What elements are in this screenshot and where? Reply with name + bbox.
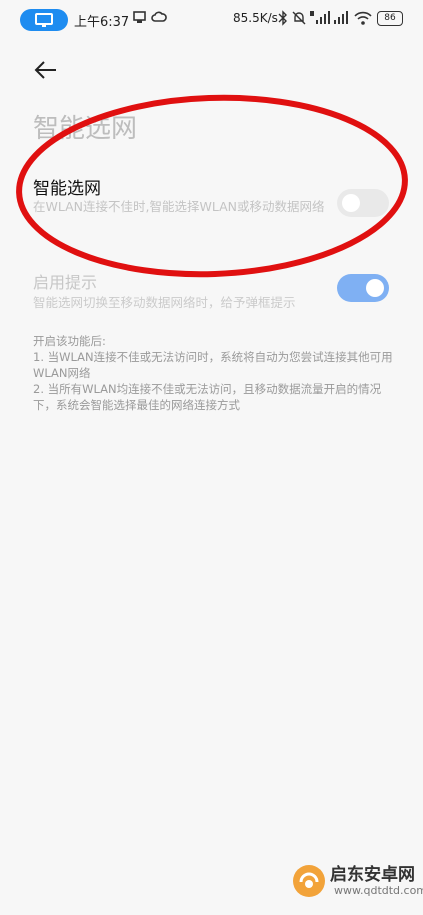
mute-bell-icon [292, 10, 306, 30]
battery-indicator: 86 [377, 11, 403, 26]
watermark: 启东安卓网 www.qdtdtd.com [290, 852, 423, 912]
status-time: 上午6:37 [74, 15, 130, 30]
toggle-knob [366, 279, 384, 297]
watermark-logo-icon [293, 865, 325, 897]
chat-icon [133, 10, 147, 28]
network-speed: 85.5K/s [233, 11, 278, 25]
info-notes: 开启该功能后: 1. 当WLAN连接不佳或无法访问时，系统将自动为您尝试连接其他… [33, 333, 393, 413]
enable-prompt-title: 启用提示 [33, 273, 98, 292]
smart-network-description: 在WLAN连接不佳时,智能选择WLAN或移动数据网络 [33, 199, 325, 214]
status-bar: 上午6:37 85.5K/s 86 [0, 0, 423, 38]
arrow-left-icon [34, 61, 56, 79]
back-button[interactable] [30, 55, 64, 85]
signal-hd-icon [310, 10, 330, 30]
notes-heading: 开启该功能后: [33, 334, 106, 348]
wifi-icon [354, 10, 372, 30]
signal-icon [333, 10, 351, 30]
page-title: 智能选网 [33, 114, 138, 144]
cloud-icon [151, 10, 167, 28]
bluetooth-icon [278, 10, 288, 30]
enable-prompt-toggle[interactable] [337, 274, 389, 302]
smart-network-toggle[interactable] [337, 189, 389, 217]
watermark-name: 启东安卓网 [330, 865, 415, 885]
toggle-knob [342, 194, 360, 212]
enable-prompt-description: 智能选网切换至移动数据网络时，给予弹框提示 [33, 295, 296, 310]
screen-cast-icon[interactable] [20, 9, 68, 31]
smart-network-title: 智能选网 [33, 179, 101, 199]
notes-item-2: 2. 当所有WLAN均连接不佳或无法访问，且移动数据流量开启的情况下，系统会智能… [33, 382, 382, 412]
watermark-url: www.qdtdtd.com [334, 884, 423, 897]
notes-item-1: 1. 当WLAN连接不佳或无法访问时，系统将自动为您尝试连接其他可用WLAN网络 [33, 350, 393, 380]
